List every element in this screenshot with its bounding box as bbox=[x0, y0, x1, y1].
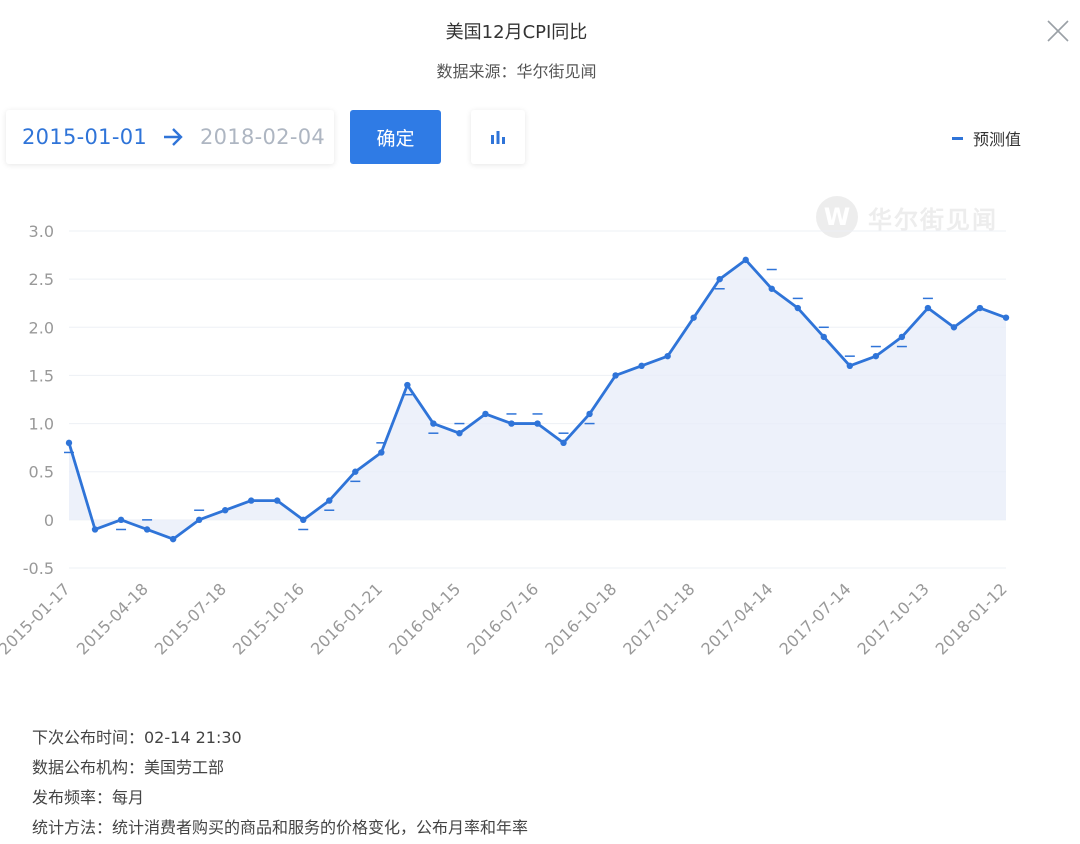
data-point bbox=[352, 468, 359, 475]
data-point bbox=[690, 314, 697, 321]
y-tick-label: 2.0 bbox=[29, 318, 54, 337]
end-date-input[interactable]: 2018-02-04 bbox=[200, 125, 325, 149]
legend[interactable]: 预测值 bbox=[952, 126, 1021, 150]
data-point bbox=[482, 410, 489, 418]
x-tick-label: 2016-01-21 bbox=[307, 579, 386, 658]
y-tick-label: 0 bbox=[44, 511, 54, 530]
data-point bbox=[508, 420, 515, 427]
x-tick-label: 2017-01-18 bbox=[619, 579, 698, 658]
data-point bbox=[924, 304, 932, 312]
x-tick-label: 2018-01-12 bbox=[932, 579, 1011, 658]
legend-label: 预测值 bbox=[973, 130, 1022, 149]
data-point bbox=[560, 439, 567, 447]
data-point bbox=[1002, 314, 1010, 321]
data-point bbox=[91, 526, 99, 533]
agency-info: 数据公布机构：美国劳工部 bbox=[32, 758, 225, 777]
data-point bbox=[143, 526, 151, 533]
chart-type-button[interactable] bbox=[471, 110, 525, 164]
bar-chart-icon bbox=[491, 131, 505, 144]
data-point bbox=[195, 516, 203, 524]
y-tick-label: 3.0 bbox=[29, 222, 54, 241]
data-point bbox=[534, 420, 541, 427]
x-tick-label: 2015-07-18 bbox=[151, 579, 230, 658]
data-point bbox=[950, 324, 958, 331]
page-title: 美国12月CPI同比 bbox=[445, 22, 588, 43]
x-tick-label: 2017-07-14 bbox=[775, 579, 854, 658]
x-tick-label: 2015-01-17 bbox=[0, 579, 74, 658]
data-point bbox=[117, 516, 125, 524]
data-point bbox=[326, 497, 333, 504]
data-point bbox=[430, 420, 437, 427]
data-point bbox=[456, 430, 463, 437]
data-point bbox=[378, 449, 385, 456]
area-fill bbox=[69, 259, 1006, 540]
method-info: 统计方法：统计消费者购买的商品和服务的价格变化，公布月率和年率 bbox=[32, 818, 529, 837]
data-point bbox=[221, 507, 229, 514]
next-release-info: 下次公布时间：02-14 21:30 bbox=[32, 728, 242, 747]
data-point bbox=[612, 372, 619, 379]
data-point bbox=[247, 497, 255, 504]
legend-marker bbox=[952, 136, 963, 140]
x-tick-label: 2016-07-16 bbox=[463, 579, 542, 658]
data-point bbox=[872, 352, 880, 360]
data-point bbox=[846, 362, 854, 369]
start-date-input[interactable]: 2015-01-01 bbox=[22, 125, 147, 149]
data-point bbox=[274, 497, 281, 504]
data-point bbox=[898, 333, 906, 341]
data-point bbox=[768, 285, 775, 292]
y-tick-label: 1.0 bbox=[29, 415, 54, 434]
y-tick-label: 0.5 bbox=[29, 463, 54, 482]
confirm-button[interactable]: 确定 bbox=[350, 110, 441, 164]
x-tick-label: 2016-10-18 bbox=[541, 579, 620, 658]
x-tick-label: 2015-10-16 bbox=[229, 579, 308, 658]
data-point bbox=[404, 381, 411, 389]
date-range-picker[interactable]: 2015-01-01 2018-02-04 bbox=[6, 110, 334, 164]
data-point bbox=[976, 304, 984, 312]
x-tick-label: 2017-10-13 bbox=[854, 579, 933, 658]
data-point bbox=[638, 362, 645, 369]
data-source: 数据来源：华尔街见闻 bbox=[436, 62, 597, 81]
data-point bbox=[820, 333, 828, 341]
cpi-line-chart: -0.5 0 0.5 1.0 1.5 2.0 2.5 3.0 2015-01-172015-04… bbox=[0, 222, 1011, 659]
arrow-right-icon bbox=[164, 128, 183, 146]
data-point bbox=[300, 516, 307, 524]
y-tick-label: 1.5 bbox=[29, 366, 54, 385]
data-point bbox=[65, 439, 73, 447]
x-tick-label: 2016-04-15 bbox=[385, 579, 464, 658]
x-tick-label: 2015-04-18 bbox=[73, 579, 152, 658]
y-tick-label: -0.5 bbox=[23, 559, 54, 578]
data-point bbox=[586, 410, 593, 418]
data-point bbox=[664, 352, 671, 360]
data-point bbox=[742, 256, 749, 264]
close-icon[interactable] bbox=[1045, 18, 1071, 44]
data-point bbox=[716, 275, 723, 283]
frequency-info: 发布频率：每月 bbox=[32, 788, 145, 807]
data-point bbox=[794, 304, 801, 312]
x-tick-label: 2017-04-14 bbox=[697, 579, 776, 658]
data-point bbox=[169, 535, 177, 543]
y-tick-label: 2.5 bbox=[29, 270, 54, 289]
